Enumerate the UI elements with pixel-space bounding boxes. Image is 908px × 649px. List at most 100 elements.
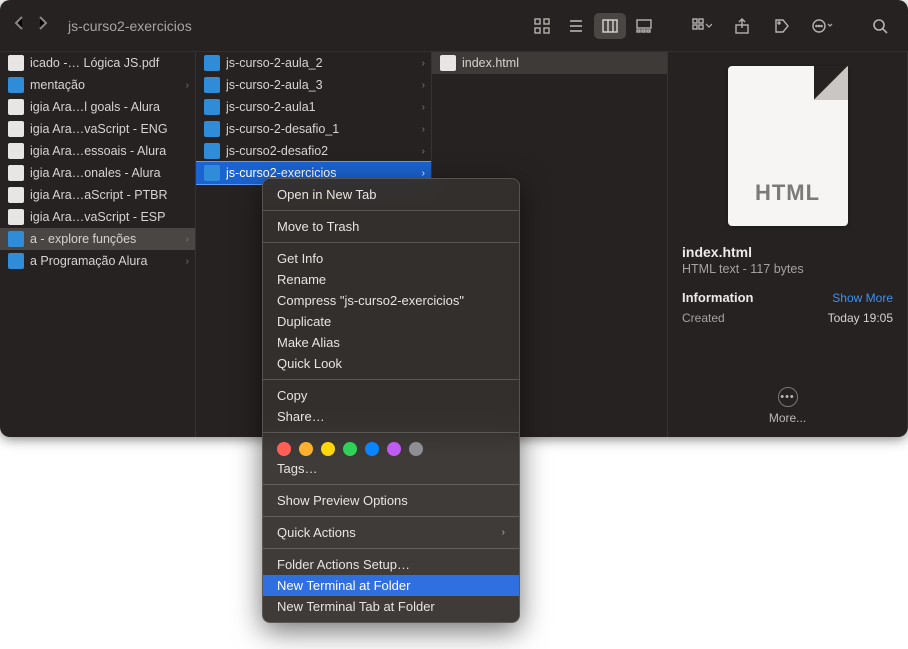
list-item[interactable]: icado -… Lógica JS.pdf [0,52,195,74]
file-icon [440,55,456,71]
file-ext-label: HTML [755,180,820,226]
menu-show-preview-options[interactable]: Show Preview Options [263,490,519,511]
folder-icon [8,231,24,247]
menu-duplicate[interactable]: Duplicate [263,311,519,332]
information-label: Information [682,290,754,305]
list-item[interactable]: igia Ara…aScript - PTBR [0,184,195,206]
menu-rename[interactable]: Rename [263,269,519,290]
view-switcher [526,13,660,39]
more-label: More... [769,411,806,425]
file-icon [8,99,24,115]
folder-icon [204,121,220,137]
tags-button[interactable] [766,13,798,39]
group-by-button[interactable] [686,13,718,39]
folder-icon [204,99,220,115]
list-item[interactable]: js-curso-2-aula1› [196,96,431,118]
more-actions[interactable]: ••• More... [668,387,907,425]
gallery-view-button[interactable] [628,13,660,39]
forward-button[interactable] [36,15,50,36]
tag-color[interactable] [409,442,423,456]
menu-make-alias[interactable]: Make Alias [263,332,519,353]
folder-icon [204,77,220,93]
menu-new-terminal-at-folder[interactable]: New Terminal at Folder [263,575,519,596]
file-icon [8,55,24,71]
chevron-right-icon: › [415,102,425,113]
list-item[interactable]: a Programação Alura› [0,250,195,272]
back-button[interactable] [12,15,26,36]
menu-tags[interactable]: Tags… [263,458,519,479]
share-button[interactable] [726,13,758,39]
preview-filename: index.html [682,244,893,260]
menu-quick-actions[interactable]: Quick Actions› [263,522,519,543]
tag-color[interactable] [365,442,379,456]
file-icon [8,187,24,203]
preview-column: HTML index.html HTML text - 117 bytes In… [668,52,908,437]
list-item[interactable]: igia Ara…l goals - Alura [0,96,195,118]
item-label: a Programação Alura [30,254,179,268]
menu-get-info[interactable]: Get Info [263,248,519,269]
list-item[interactable]: a - explore funções› [0,228,195,250]
item-label: index.html [462,56,661,70]
menu-compress[interactable]: Compress "js-curso2-exercicios" [263,290,519,311]
created-value: Today 19:05 [828,311,893,325]
list-view-button[interactable] [560,13,592,39]
ellipsis-icon: ••• [778,387,798,407]
tag-colors-row [263,438,519,458]
tag-color[interactable] [321,442,335,456]
icon-view-button[interactable] [526,13,558,39]
list-item[interactable]: js-curso-2-aula_3› [196,74,431,96]
menu-new-terminal-tab-at-folder[interactable]: New Terminal Tab at Folder [263,596,519,617]
menu-folder-actions-setup[interactable]: Folder Actions Setup… [263,554,519,575]
item-label: icado -… Lógica JS.pdf [30,56,189,70]
preview-description: HTML text - 117 bytes [682,262,893,276]
chevron-right-icon: › [502,527,505,538]
menu-move-to-trash[interactable]: Move to Trash [263,216,519,237]
folder-icon [204,55,220,71]
tag-color[interactable] [387,442,401,456]
item-label: js-curso-2-aula_2 [226,56,415,70]
file-icon [8,143,24,159]
column-view-button[interactable] [594,13,626,39]
file-icon [8,121,24,137]
column-1: icado -… Lógica JS.pdf mentação› igia Ara…… [0,52,196,437]
action-button[interactable] [806,13,838,39]
chevron-right-icon: › [179,234,189,245]
show-more-link[interactable]: Show More [832,291,893,305]
list-item[interactable]: igia Ara…essoais - Alura [0,140,195,162]
menu-copy[interactable]: Copy [263,385,519,406]
list-item[interactable]: index.html [432,52,667,74]
item-label: igia Ara…aScript - PTBR [30,188,189,202]
breadcrumb[interactable]: js-curso2-exercicios [68,18,192,34]
item-label: js-curso2-desafio2 [226,144,415,158]
file-icon [8,165,24,181]
list-item[interactable]: igia Ara…vaScript - ESP [0,206,195,228]
item-label: igia Ara…l goals - Alura [30,100,189,114]
tag-color[interactable] [343,442,357,456]
item-label: a - explore funções [30,232,179,246]
list-item[interactable]: js-curso-2-desafio_1› [196,118,431,140]
chevron-right-icon: › [415,146,425,157]
item-label: js-curso-2-aula_3 [226,78,415,92]
menu-share[interactable]: Share… [263,406,519,427]
item-label: igia Ara…vaScript - ESP [30,210,189,224]
chevron-right-icon: › [415,168,425,179]
list-item[interactable]: igia Ara…onales - Alura [0,162,195,184]
folder-icon [8,77,24,93]
chevron-right-icon: › [415,80,425,91]
search-button[interactable] [864,13,896,39]
menu-quick-look[interactable]: Quick Look [263,353,519,374]
item-label: igia Ara…essoais - Alura [30,144,189,158]
tag-color[interactable] [277,442,291,456]
menu-open-new-tab[interactable]: Open in New Tab [263,184,519,205]
list-item[interactable]: js-curso-2-aula_2› [196,52,431,74]
created-label: Created [682,311,725,325]
list-item[interactable]: igia Ara…vaScript - ENG [0,118,195,140]
chevron-right-icon: › [415,58,425,69]
toolbar: js-curso2-exercicios [0,0,908,52]
item-label: igia Ara…onales - Alura [30,166,189,180]
item-label: js-curso-2-desafio_1 [226,122,415,136]
list-item[interactable]: mentação› [0,74,195,96]
context-menu: Open in New Tab Move to Trash Get Info R… [262,178,520,623]
list-item[interactable]: js-curso2-desafio2› [196,140,431,162]
tag-color[interactable] [299,442,313,456]
